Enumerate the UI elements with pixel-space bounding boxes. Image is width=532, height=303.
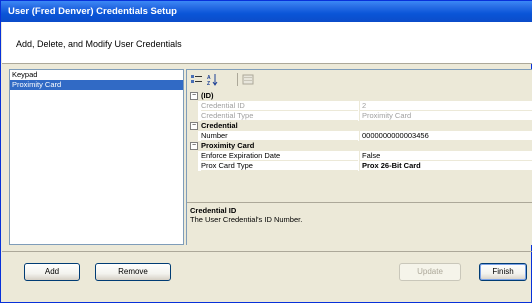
credentials-setup-window: User (Fred Denver) Credentials Setup Add… bbox=[0, 0, 532, 303]
property-row-prox-card-type[interactable]: Prox Card Type Prox 26-Bit Card bbox=[187, 161, 532, 171]
property-name: Number bbox=[201, 131, 358, 141]
add-button[interactable]: Add bbox=[24, 263, 80, 281]
categorized-icon[interactable] bbox=[190, 73, 204, 86]
category-row-id[interactable]: − (ID) bbox=[187, 91, 532, 101]
dialog-header: Add, Delete, and Modify User Credentials bbox=[2, 22, 532, 64]
credential-list-item-proximity-card[interactable]: Proximity Card bbox=[10, 80, 183, 90]
row-gutter bbox=[187, 111, 198, 121]
property-value-input[interactable]: 0000000000003456 bbox=[359, 131, 532, 141]
svg-text:Z: Z bbox=[207, 81, 210, 86]
category-label: Credential bbox=[201, 121, 238, 130]
category-row-credential[interactable]: − Credential bbox=[187, 121, 532, 131]
property-grid: A Z − (ID) Credential ID 2 Credential Ty… bbox=[186, 69, 532, 245]
category-row-proximity-card[interactable]: − Proximity Card bbox=[187, 141, 532, 151]
property-grid-toolbar: A Z bbox=[187, 70, 532, 89]
credential-list[interactable]: Keypad Proximity Card bbox=[9, 69, 184, 245]
update-button[interactable]: Update bbox=[399, 263, 461, 281]
row-gutter bbox=[187, 131, 198, 141]
row-gutter bbox=[187, 151, 198, 161]
property-value: 2 bbox=[359, 101, 532, 111]
property-description-panel: Credential ID The User Credential's ID N… bbox=[187, 202, 532, 242]
property-grid-rows: − (ID) Credential ID 2 Credential Type P… bbox=[187, 91, 532, 171]
window-titlebar[interactable]: User (Fred Denver) Credentials Setup bbox=[1, 1, 532, 22]
property-row-credential-id[interactable]: Credential ID 2 bbox=[187, 101, 532, 111]
dialog-header-text: Add, Delete, and Modify User Credentials bbox=[16, 39, 182, 49]
finish-button[interactable]: Finish bbox=[479, 263, 527, 281]
property-name: Credential Type bbox=[201, 111, 358, 121]
credential-list-item-keypad[interactable]: Keypad bbox=[10, 70, 183, 80]
row-gutter bbox=[187, 161, 198, 171]
row-gutter bbox=[187, 101, 198, 111]
property-name: Credential ID bbox=[201, 101, 358, 111]
description-title: Credential ID bbox=[190, 206, 237, 215]
collapse-icon[interactable]: − bbox=[190, 142, 198, 150]
property-row-number[interactable]: Number 0000000000003456 bbox=[187, 131, 532, 141]
property-pages-icon bbox=[241, 73, 255, 86]
property-row-credential-type[interactable]: Credential Type Proximity Card bbox=[187, 111, 532, 121]
alphabetical-icon[interactable]: A Z bbox=[206, 73, 220, 86]
property-row-enforce-expiration-date[interactable]: Enforce Expiration Date False bbox=[187, 151, 532, 161]
category-label: Proximity Card bbox=[201, 141, 255, 150]
property-value-input[interactable]: Prox 26-Bit Card bbox=[359, 161, 532, 171]
collapse-icon[interactable]: − bbox=[190, 92, 198, 100]
property-name: Enforce Expiration Date bbox=[201, 151, 358, 161]
remove-button[interactable]: Remove bbox=[95, 263, 171, 281]
property-name: Prox Card Type bbox=[201, 161, 358, 171]
toolbar-separator bbox=[237, 73, 238, 86]
property-value-input[interactable]: False bbox=[359, 151, 532, 161]
description-text: The User Credential's ID Number. bbox=[190, 215, 303, 224]
category-label: (ID) bbox=[201, 91, 214, 100]
collapse-icon[interactable]: − bbox=[190, 122, 198, 130]
footer-divider bbox=[2, 251, 532, 252]
property-value: Proximity Card bbox=[359, 111, 532, 121]
